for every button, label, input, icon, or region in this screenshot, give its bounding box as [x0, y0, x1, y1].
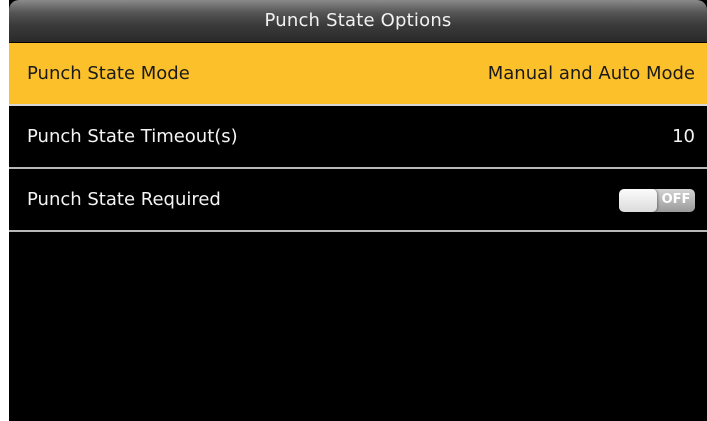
- menu-item-punch-state-mode[interactable]: Punch State Mode Manual and Auto Mode: [9, 43, 707, 106]
- toggle-knob: [619, 189, 657, 212]
- toggle-state-label: OFF: [661, 192, 691, 207]
- menu-item-label: Punch State Timeout(s): [27, 126, 238, 147]
- title-bar: Punch State Options: [9, 0, 707, 42]
- punch-state-required-toggle[interactable]: OFF: [619, 189, 695, 212]
- menu-item-label: Punch State Required: [27, 189, 221, 210]
- menu-item-label: Punch State Mode: [27, 63, 190, 84]
- menu-item-punch-state-timeout[interactable]: Punch State Timeout(s) 10: [9, 106, 707, 169]
- options-list: Punch State Mode Manual and Auto Mode Pu…: [9, 43, 707, 232]
- menu-item-value: Manual and Auto Mode: [487, 63, 695, 84]
- menu-item-value: 10: [672, 126, 695, 147]
- device-screen: Punch State Options Punch State Mode Man…: [9, 0, 707, 421]
- page-title: Punch State Options: [264, 10, 452, 31]
- menu-item-punch-state-required[interactable]: Punch State Required OFF: [9, 169, 707, 232]
